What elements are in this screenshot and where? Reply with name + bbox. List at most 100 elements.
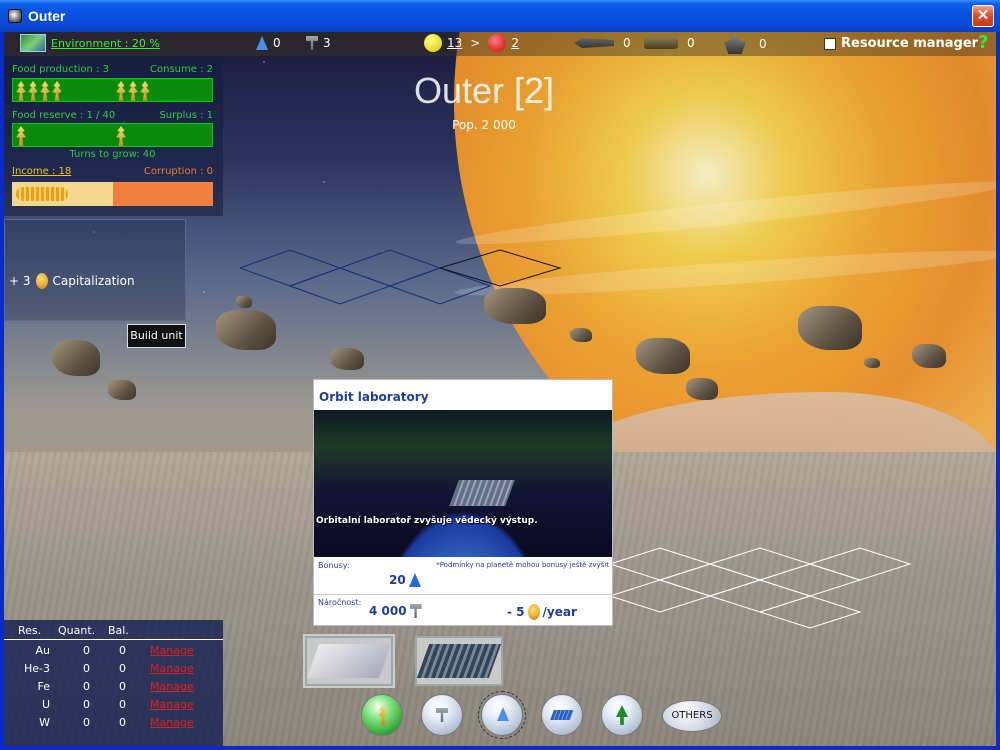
- building-thumbnail: [306, 644, 392, 678]
- resource-table: Res. Quant. Bal. Au 0 0 Manage He-3 0 0 …: [4, 620, 223, 746]
- resource-quantity: 0: [83, 716, 90, 729]
- ships-value: 0: [623, 36, 631, 50]
- wheat-icon: [16, 126, 26, 146]
- surface-tile[interactable]: [659, 563, 762, 597]
- coin-icon: [527, 604, 540, 620]
- category-food-button[interactable]: [361, 694, 403, 736]
- flask-icon: [408, 573, 421, 587]
- food-panel: Food production : 3 Consume : 2 Food res…: [4, 56, 223, 216]
- happy-value[interactable]: 13: [447, 36, 462, 50]
- resource-name: W: [39, 716, 50, 729]
- planet-name: Outer [2]: [413, 70, 555, 111]
- solar-panel-icon: [550, 710, 574, 720]
- window-title: Outer: [28, 8, 66, 24]
- science-bonus-value: 20: [389, 573, 406, 587]
- tanks-value: 0: [687, 36, 695, 50]
- space-station-image: [449, 480, 515, 506]
- resource-name: Fe: [37, 680, 51, 693]
- income-link[interactable]: Income : 18: [12, 166, 71, 177]
- resource-balance: 0: [119, 644, 126, 657]
- surface-tile[interactable]: [709, 547, 812, 581]
- happiness-indicator: 13 > 2: [424, 34, 519, 52]
- unhappy-value[interactable]: 2: [511, 36, 519, 50]
- building-image: Orbitalní laboratoř zvyšuje vědecký výst…: [314, 410, 612, 557]
- environment-link[interactable]: Environment : 20 %: [51, 37, 160, 50]
- food-reserve-row: Food reserve : 1 / 40 Surplus : 1: [12, 110, 213, 121]
- build-unit-button[interactable]: Build unit: [127, 324, 186, 348]
- resource-balance: 0: [119, 662, 126, 675]
- planet-population: Pop. 2 000: [452, 118, 516, 132]
- compare-sign: >: [470, 36, 481, 50]
- bonus-value: + 3: [9, 274, 31, 288]
- wheat-icon: [28, 81, 38, 101]
- ships-indicator: 0: [574, 36, 631, 50]
- environment-icon: [20, 34, 46, 52]
- income-bar: [12, 182, 213, 206]
- category-science-button[interactable]: [478, 691, 526, 739]
- category-production-button[interactable]: [421, 694, 463, 736]
- turns-row: Turns to grow: 40: [12, 149, 213, 160]
- manage-link[interactable]: Manage: [150, 698, 194, 711]
- bonus-label: Capitalization: [52, 274, 135, 288]
- resource-quantity: 0: [83, 698, 90, 711]
- divider: [314, 594, 612, 595]
- tanks-indicator: 0: [644, 36, 695, 50]
- table-row: U 0 0 Manage: [4, 698, 223, 716]
- surface-tile[interactable]: [759, 563, 862, 597]
- resource-quantity: 0: [83, 644, 90, 657]
- category-environment-button[interactable]: [601, 694, 643, 736]
- resource-manager-toggle[interactable]: Resource manager: [824, 36, 978, 51]
- surface-tile[interactable]: [609, 579, 712, 613]
- resource-quantity: 0: [83, 680, 90, 693]
- food-reserve-label: Food reserve : 1 / 40: [12, 110, 116, 121]
- surface-tile[interactable]: [759, 595, 862, 629]
- upkeep-unit: /year: [542, 605, 577, 619]
- app-icon: [8, 9, 22, 23]
- category-solar-button[interactable]: [541, 694, 583, 736]
- food-production-bar: [12, 78, 213, 102]
- category-others-button[interactable]: OTHERS: [662, 700, 722, 732]
- resource-balance: 0: [119, 716, 126, 729]
- manage-link[interactable]: Manage: [150, 662, 194, 675]
- wheat-icon: [140, 81, 150, 101]
- game-viewport: Environment : 20 % 0 3 13 > 2 0 0 0 Reso…: [4, 32, 996, 746]
- orbit-tile: [389, 267, 492, 305]
- manage-link[interactable]: Manage: [150, 716, 194, 729]
- table-row: Fe 0 0 Manage: [4, 680, 223, 698]
- header-quant: Quant.: [58, 624, 96, 637]
- table-row: Au 0 0 Manage: [4, 644, 223, 662]
- food-production-row: Food production : 3 Consume : 2: [12, 64, 213, 75]
- mechs-indicator: 0: [724, 34, 767, 54]
- hammer-icon: [436, 708, 448, 722]
- production-indicator: 3: [306, 36, 331, 50]
- science-value: 0: [273, 36, 281, 50]
- help-button[interactable]: ?: [978, 32, 988, 53]
- surface-tile[interactable]: [809, 547, 912, 581]
- science-indicator: 0: [256, 36, 281, 50]
- production-value: 3: [323, 36, 331, 50]
- coin-icon: [35, 273, 48, 289]
- wheat-icon: [40, 81, 50, 101]
- orbit-tile-selected[interactable]: [439, 249, 562, 287]
- resource-name: U: [41, 698, 50, 711]
- capitalization-bonus: + 3 Capitalization: [9, 273, 135, 289]
- manage-link[interactable]: Manage: [150, 644, 194, 657]
- resource-manager-checkbox[interactable]: [824, 37, 836, 50]
- planet-bonus-panel: + 3 Capitalization: [4, 219, 186, 321]
- mechs-value: 0: [759, 37, 767, 51]
- building-info-popup: Orbit laboratory Orbitalní laboratoř zvy…: [313, 379, 613, 626]
- title-bar: Outer ✕: [0, 0, 1000, 32]
- building-option-orbit-lab[interactable]: [415, 636, 503, 686]
- wheat-icon: [378, 705, 388, 725]
- manage-link[interactable]: Manage: [150, 680, 194, 693]
- resource-quantity: 0: [83, 662, 90, 675]
- upkeep-value: - 5 /year: [507, 604, 577, 620]
- surface-tile[interactable]: [609, 547, 712, 581]
- building-option-base[interactable]: [303, 634, 395, 688]
- corruption-label: Corruption : 0: [143, 166, 213, 177]
- surface-tile[interactable]: [709, 579, 812, 613]
- wheat-icon: [52, 81, 62, 101]
- header-bal: Bal.: [108, 624, 129, 637]
- wheat-icon: [128, 81, 138, 101]
- close-button[interactable]: ✕: [972, 5, 994, 27]
